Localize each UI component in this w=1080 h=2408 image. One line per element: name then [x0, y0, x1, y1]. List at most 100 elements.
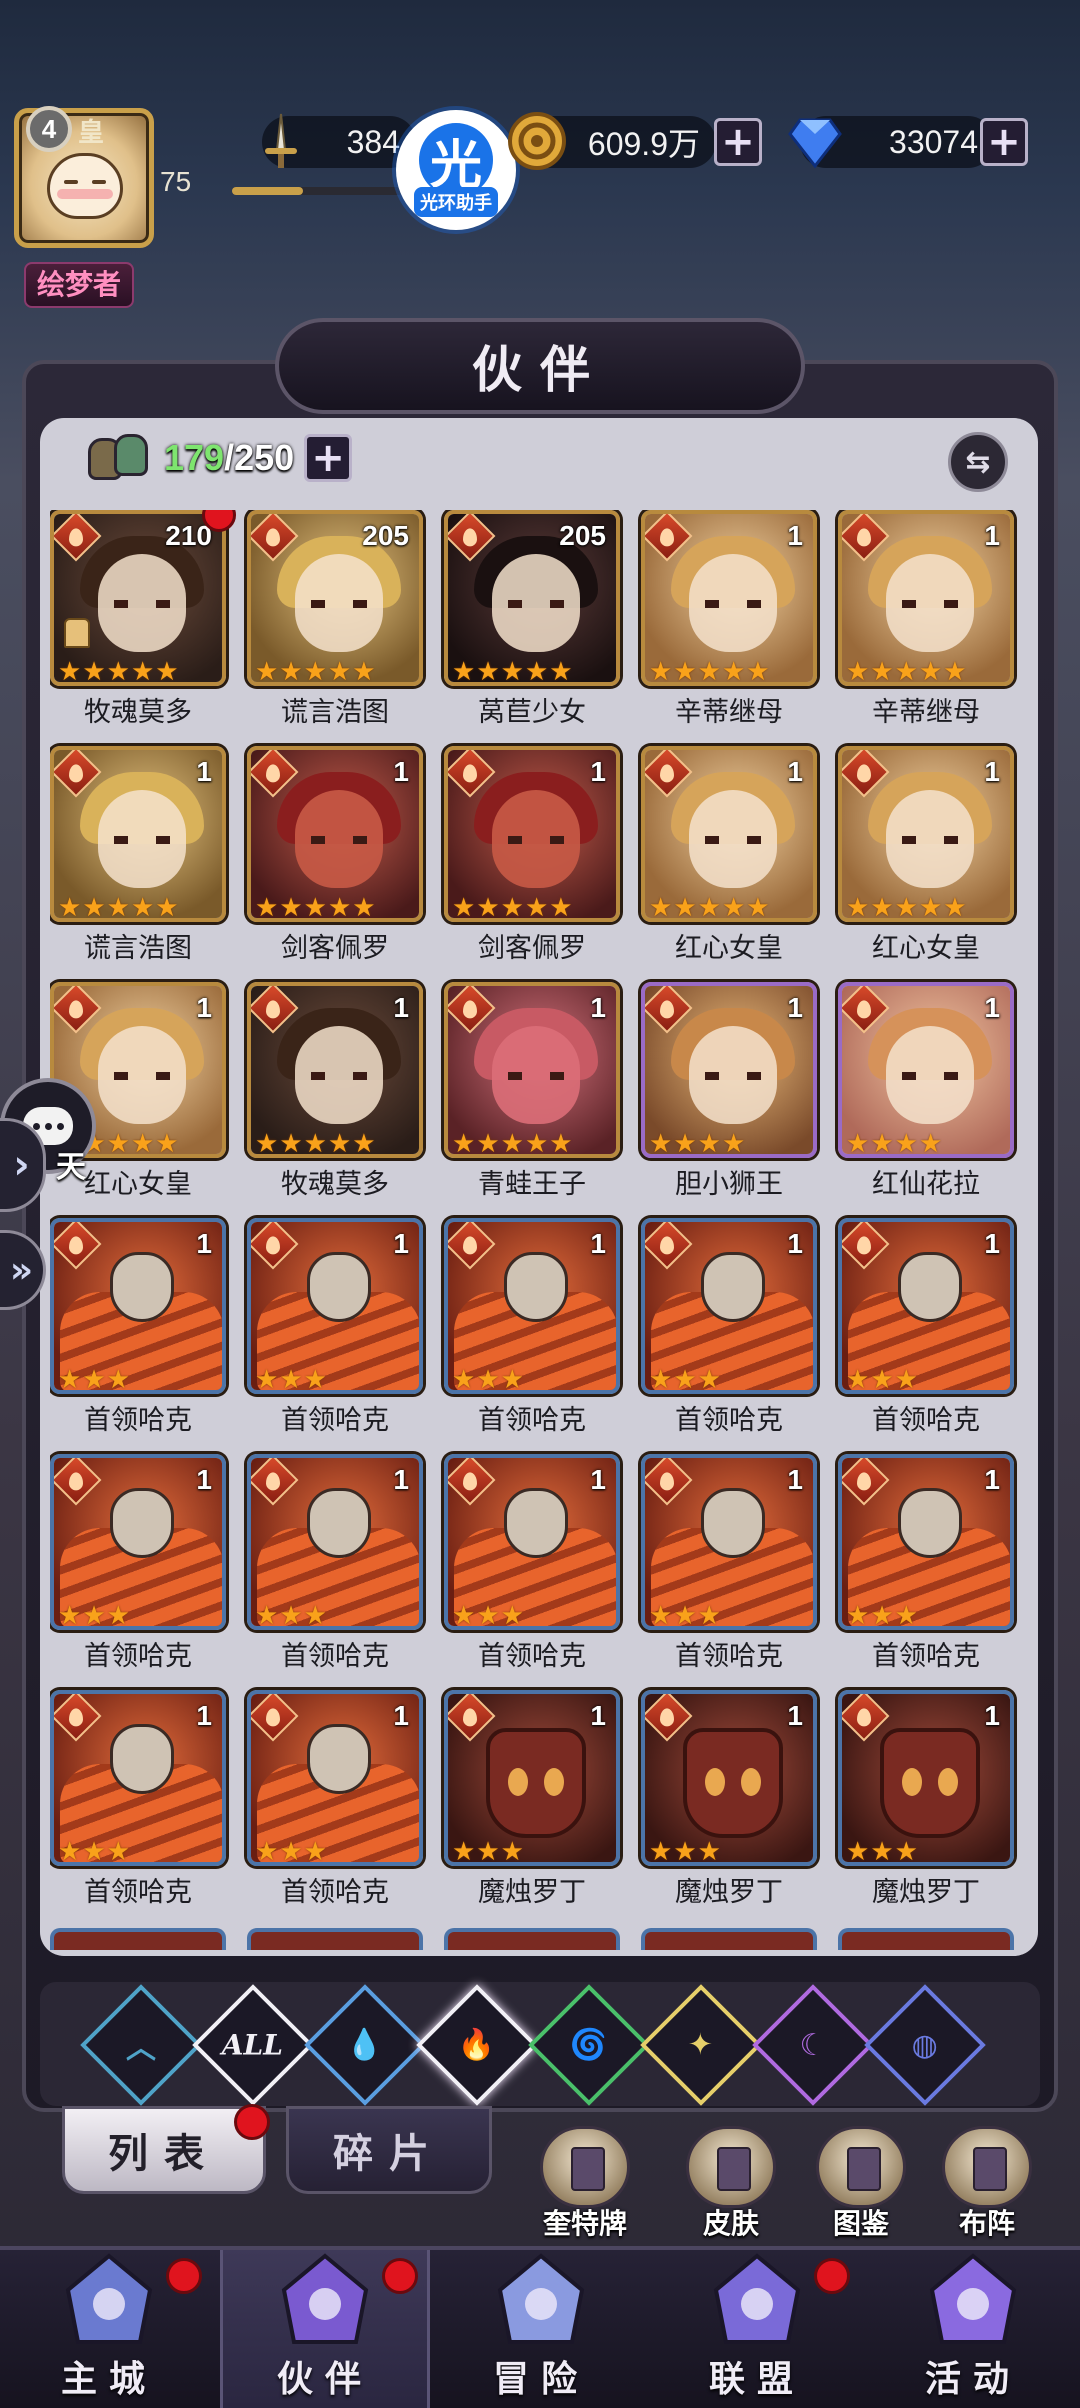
- player-level: 75: [160, 166, 192, 197]
- star-icon: ★: [846, 893, 870, 922]
- partner-card[interactable]: 1 ★ ★ ★ 首领哈克: [50, 1454, 226, 1684]
- formation-icon: [942, 2126, 1032, 2208]
- partner-level: 1: [590, 1228, 606, 1259]
- wind-icon: 🌀: [570, 2027, 608, 2063]
- add-gold-button[interactable]: +: [714, 118, 762, 166]
- partner-card-partial[interactable]: [247, 1928, 423, 1950]
- player-title-badge[interactable]: 绘梦者: [24, 262, 134, 308]
- partner-card[interactable]: 205 ★ ★ ★ ★ ★ 谎言浩图: [247, 510, 423, 740]
- fire-icon: 🔥: [458, 2027, 496, 2063]
- partner-card[interactable]: 1 ★ ★ ★ ★ ★ 辛蒂继母: [641, 510, 817, 740]
- star-icon: ★: [649, 1129, 673, 1158]
- partner-name: 剑客佩罗: [281, 933, 389, 964]
- star-icon: ★: [476, 1129, 500, 1158]
- shortcut-codex[interactable]: 图鉴: [806, 2126, 916, 2242]
- partner-card[interactable]: 1 ★ ★ ★ ★ 胆小狮王: [641, 982, 817, 1212]
- partner-portrait: 1 ★ ★ ★: [444, 1218, 620, 1394]
- power-value: 384: [346, 123, 400, 160]
- star-icon: ★: [279, 657, 303, 686]
- nav-compass[interactable]: 冒险: [436, 2250, 646, 2408]
- star-rating: ★ ★ ★: [452, 1367, 524, 1390]
- partner-portrait: 1★★★★★: [247, 982, 423, 1158]
- partner-card[interactable]: 205 ★ ★ ★ ★ ★ 莴苣少女: [444, 510, 620, 740]
- diamond-icon: [784, 110, 846, 172]
- star-icon: ★: [524, 1129, 549, 1158]
- partner-level: 1: [393, 1700, 409, 1731]
- partner-card[interactable]: 1 ★ ★ ★ 首领哈克: [444, 1454, 620, 1684]
- star-icon: ★: [846, 1365, 870, 1394]
- partner-card[interactable]: 1 ★ ★ ★ ★ ★ 青蛙王子: [444, 982, 620, 1212]
- star-rating: ★ ★ ★: [58, 1601, 130, 1630]
- partner-card[interactable]: 1 ★ ★ ★ ★ ★ 牧魂莫多: [247, 982, 423, 1212]
- star-icon: ★: [894, 1129, 918, 1158]
- star-icon: ★: [500, 1601, 524, 1630]
- partner-card[interactable]: 1 ★ ★ ★ 首领哈克: [838, 1454, 1014, 1684]
- star-icon: ★: [106, 893, 130, 922]
- star-rating: ★ ★ ★ ★: [649, 1129, 745, 1158]
- partner-portrait: 1 ★ ★ ★ ★: [838, 982, 1014, 1158]
- partner-card[interactable]: 1 ★ ★ ★ 魔烛罗丁: [444, 1690, 620, 1920]
- partner-card[interactable]: 1 ★ ★ ★ 魔烛罗丁: [641, 1690, 817, 1920]
- partner-card[interactable]: 1 ★ ★ ★ 魔烛罗丁: [838, 1690, 1014, 1920]
- partner-portrait: 1 ★ ★ ★ ★: [641, 982, 817, 1158]
- partner-card[interactable]: 1 ★ ★ ★ ★ 红仙花拉: [838, 982, 1014, 1212]
- partner-card[interactable]: 1 ★ ★ ★ 首领哈克: [247, 1454, 423, 1684]
- star-icon: ★: [673, 657, 697, 686]
- partner-level: 1: [984, 1700, 1000, 1731]
- star-icon: ★: [649, 1601, 673, 1630]
- partner-portrait: 1 ★ ★ ★: [444, 1690, 620, 1866]
- halo-helper-button[interactable]: 光 光环助手: [396, 110, 516, 230]
- partner-card-partial[interactable]: [838, 1928, 1014, 1950]
- partner-name: 红心女皇: [872, 933, 980, 964]
- partner-card[interactable]: 1 ★ ★ ★ ★ ★ 谎言浩图: [50, 746, 226, 976]
- light-icon: ✦: [688, 2027, 714, 2063]
- shortcut-tarot-card[interactable]: 奎特牌: [530, 2126, 640, 2242]
- star-icon: ★: [500, 1129, 524, 1158]
- partner-card[interactable]: 1 ★ ★ ★ 首领哈克: [444, 1218, 620, 1448]
- partner-card[interactable]: 1 ★ ★ ★ 首领哈克: [247, 1690, 423, 1920]
- partner-card[interactable]: 210 ★ ★ ★ ★ ★ 牧魂莫多: [50, 510, 236, 740]
- add-diamond-button[interactable]: +: [980, 118, 1028, 166]
- partner-card[interactable]: 1 ★ ★ ★ 首领哈克: [50, 1690, 226, 1920]
- star-icon: ★: [58, 893, 82, 922]
- partner-name: 首领哈克: [478, 1641, 586, 1672]
- partner-card[interactable]: 1 ★ ★ ★ ★ ★ 剑客佩罗: [247, 746, 423, 976]
- partner-card-partial[interactable]: [641, 1928, 817, 1950]
- star-rating: ★★★★★: [846, 893, 967, 922]
- partner-card[interactable]: 1★★★★★红心女皇: [641, 746, 817, 976]
- star-rating: ★★★★★: [846, 659, 967, 682]
- star-icon: ★: [673, 1129, 697, 1158]
- partner-card-partial[interactable]: [50, 1928, 226, 1950]
- partner-level: 1: [787, 1700, 803, 1731]
- partner-card-partial[interactable]: [444, 1928, 620, 1950]
- partner-card[interactable]: 1 ★ ★ ★ ★ ★ 剑客佩罗: [444, 746, 620, 976]
- partner-name: 首领哈克: [478, 1405, 586, 1436]
- star-icon: ★: [476, 1601, 500, 1630]
- star-icon: ★: [106, 1601, 130, 1630]
- star-icon: ★: [352, 893, 376, 922]
- partner-level: 205: [559, 520, 606, 551]
- tab-fragments[interactable]: 碎片: [286, 2106, 492, 2194]
- shortcut-skin[interactable]: 皮肤: [676, 2126, 786, 2242]
- partner-card[interactable]: 1 ★ ★ ★ 首领哈克: [641, 1218, 817, 1448]
- expand-roster-button[interactable]: +: [304, 434, 353, 482]
- star-icon: ★: [918, 893, 943, 922]
- star-icon: ★: [106, 1365, 130, 1394]
- partner-card[interactable]: 1 ★ ★ ★ 首领哈克: [50, 1218, 226, 1448]
- partner-portrait: 1 ★ ★ ★: [641, 1690, 817, 1866]
- star-icon: ★: [476, 657, 500, 686]
- star-icon: ★: [452, 1129, 476, 1158]
- partner-card[interactable]: 1 ★ ★ ★ 首领哈克: [838, 1218, 1014, 1448]
- roster-max: /250: [224, 437, 295, 478]
- partner-card[interactable]: 1★★★★★红心女皇: [838, 746, 1014, 976]
- partners-icon: [84, 430, 156, 486]
- nav-cards[interactable]: 活动: [868, 2250, 1078, 2408]
- partner-card[interactable]: 1 ★ ★ ★ 首领哈克: [641, 1454, 817, 1684]
- shortcut-label: 布阵: [958, 2207, 1015, 2240]
- star-icon: ★: [255, 893, 279, 922]
- partner-card[interactable]: 1 ★ ★ ★ ★ ★ 辛蒂继母: [838, 510, 1014, 740]
- star-icon: ★: [524, 657, 549, 686]
- partner-card[interactable]: 1 ★ ★ ★ 首领哈克: [247, 1218, 423, 1448]
- sort-toggle-button[interactable]: ⇆: [948, 432, 1008, 492]
- shortcut-formation[interactable]: 布阵: [932, 2126, 1042, 2242]
